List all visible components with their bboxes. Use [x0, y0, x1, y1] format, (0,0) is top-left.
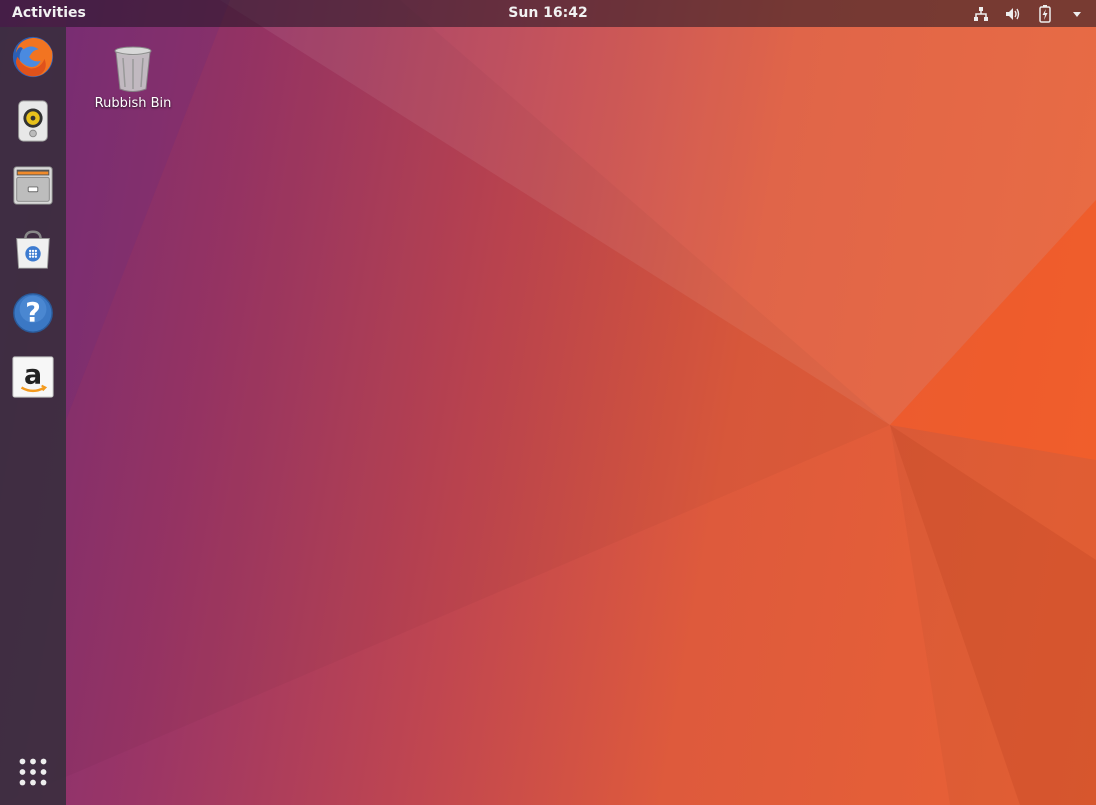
amazon-icon: a: [12, 356, 54, 398]
dock-item-software[interactable]: [9, 225, 57, 273]
show-applications-button[interactable]: [9, 748, 57, 796]
activities-button[interactable]: Activities: [12, 5, 86, 21]
clock: Sun 16:42: [0, 5, 1096, 21]
battery-icon[interactable]: [1036, 5, 1054, 23]
show-applications-icon: [19, 758, 47, 786]
svg-text:?: ?: [25, 298, 41, 329]
software-icon: [16, 230, 50, 269]
help-icon: ?: [13, 293, 53, 333]
dock-item-firefox[interactable]: [9, 33, 57, 81]
network-icon[interactable]: [972, 5, 990, 23]
dock-item-help[interactable]: ?: [9, 289, 57, 337]
rhythmbox-icon: [18, 100, 48, 142]
files-icon: [13, 166, 53, 205]
dock-item-rhythmbox[interactable]: [9, 97, 57, 145]
clock-button[interactable]: Sun 16:42: [508, 5, 587, 21]
firefox-icon: [12, 36, 54, 78]
dock-item-amazon[interactable]: a: [9, 353, 57, 401]
top-bar: Activities Sun 16:42: [0, 0, 1096, 27]
svg-text:a: a: [24, 360, 42, 391]
dock-item-files[interactable]: [9, 161, 57, 209]
system-menu-arrow-icon[interactable]: [1068, 5, 1086, 23]
desktop-wallpaper: [0, 0, 1096, 805]
volume-icon[interactable]: [1004, 5, 1022, 23]
dock: ? a: [0, 27, 66, 805]
system-tray: [972, 4, 1086, 24]
trash-icon: [114, 46, 152, 92]
desktop-icon-label: Rubbish Bin: [94, 96, 172, 111]
desktop-icon-rubbish-bin[interactable]: Rubbish Bin: [88, 44, 178, 120]
